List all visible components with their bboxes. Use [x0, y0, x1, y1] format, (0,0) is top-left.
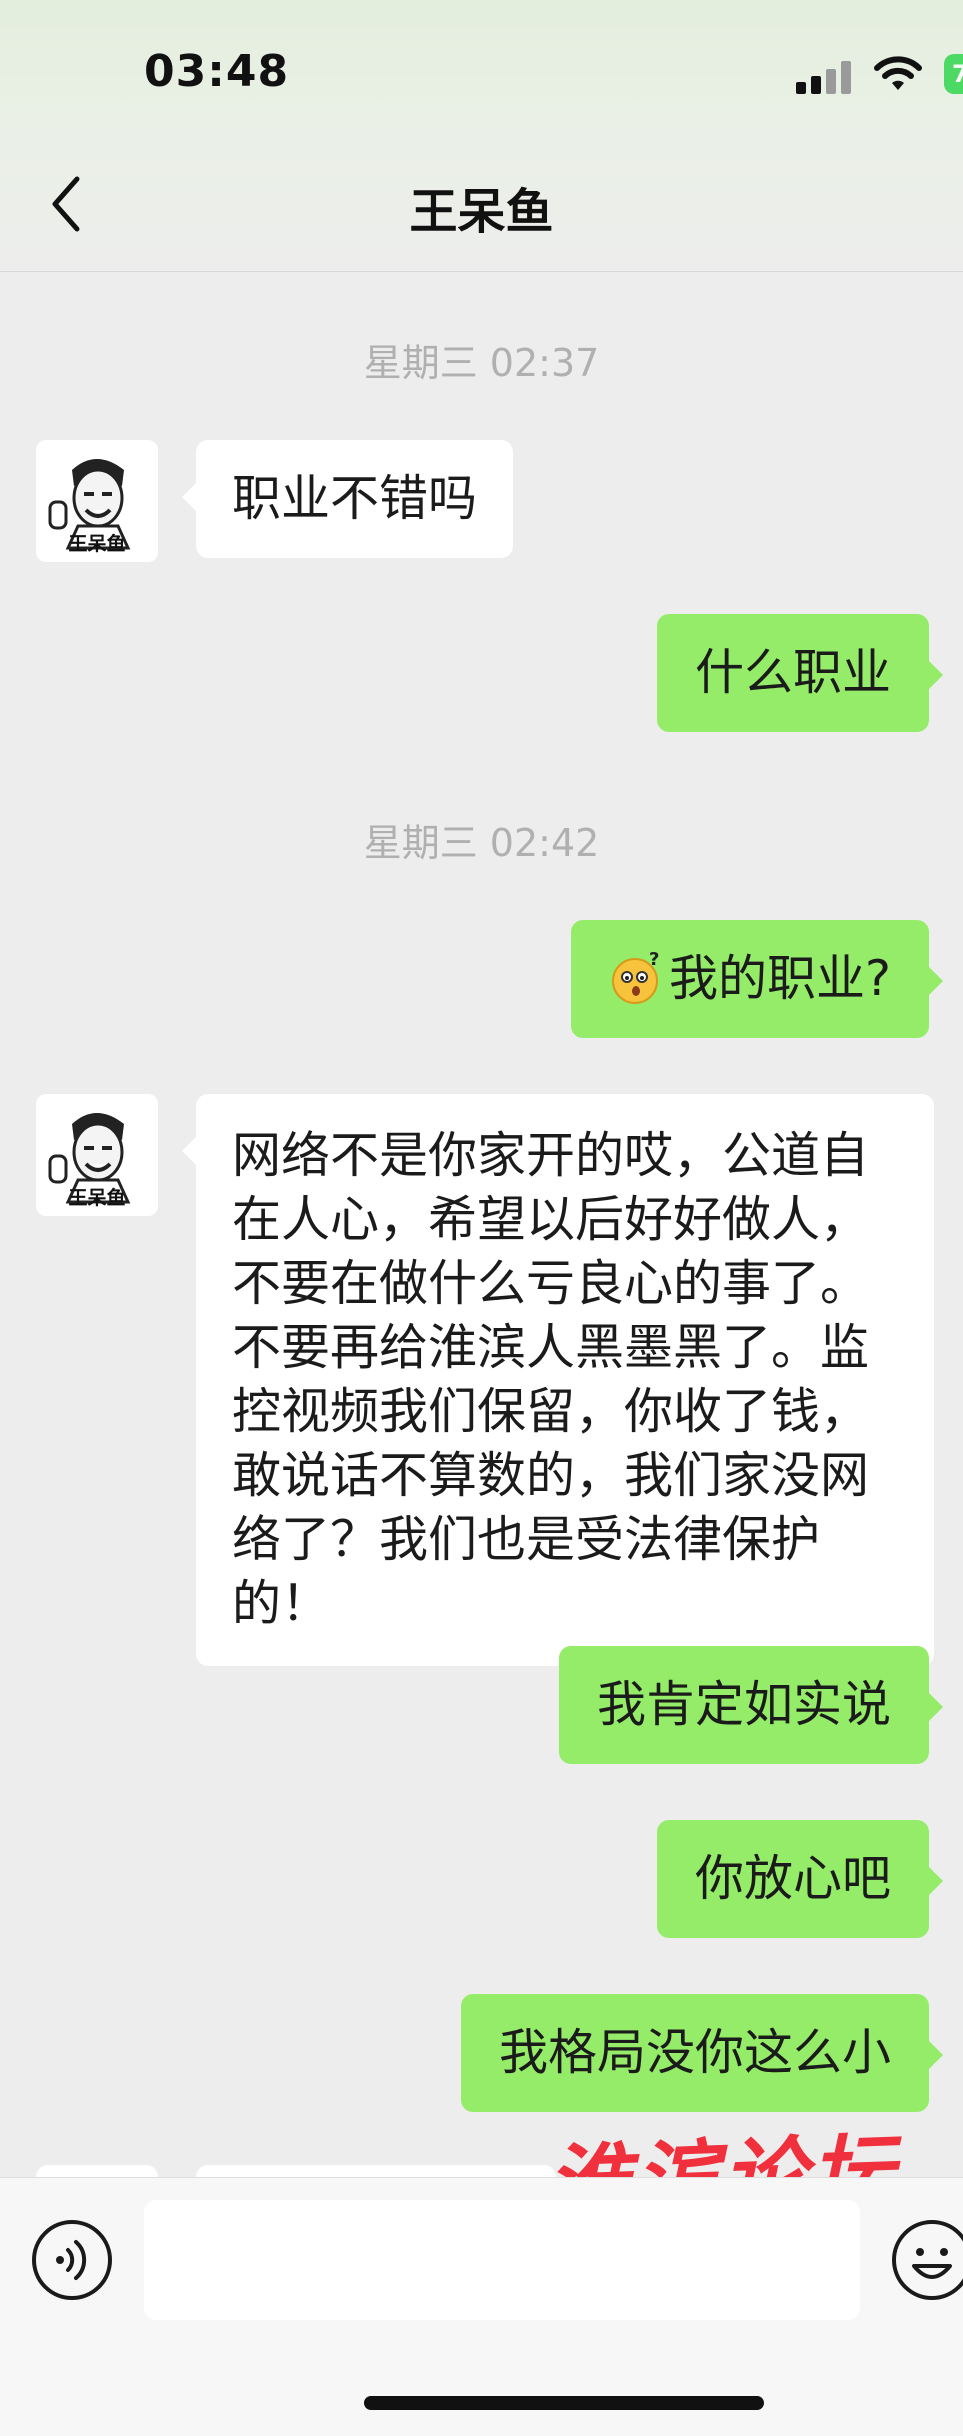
message-input[interactable]: [144, 2200, 860, 2320]
outgoing-message[interactable]: 我肯定如实说: [558, 1646, 944, 1764]
message-timestamp: 星期三 02:42: [363, 821, 600, 865]
status-time: 03:48: [144, 46, 290, 97]
outgoing-message[interactable]: 我格局没你这么小: [460, 1994, 944, 2112]
battery-icon: 7: [944, 54, 963, 94]
top-bar: 03:48 7 王呆鱼: [0, 0, 963, 272]
voice-icon[interactable]: [30, 2218, 114, 2302]
incoming-message[interactable]: 网络不是你家开的哎，公道自在人心，希望以后好好做人，不要在做什么亏良心的事了。不…: [182, 1094, 934, 1666]
contact-avatar[interactable]: 王呆鱼: [36, 440, 158, 562]
outgoing-message[interactable]: 你放心吧: [656, 1820, 944, 1938]
outgoing-message[interactable]: 什么职业: [656, 614, 944, 732]
contact-avatar[interactable]: 王呆鱼: [36, 1094, 158, 1216]
emoji-icon[interactable]: [890, 2218, 963, 2302]
svg-text:?: ?: [649, 949, 659, 970]
message-timestamp: 星期三 02:37: [363, 341, 600, 385]
home-indicator: [364, 2396, 764, 2410]
message-text: 我的职业?: [668, 950, 891, 1007]
partial-avatar: [36, 2165, 158, 2177]
partial-message: [196, 2165, 556, 2177]
avatar-label: 王呆鱼: [68, 1187, 126, 1209]
wifi-icon: [874, 56, 922, 90]
outgoing-message[interactable]: ? 我的职业?: [570, 920, 944, 1038]
page-title: 王呆鱼: [409, 184, 554, 240]
signal-icon: [796, 58, 856, 94]
chat-screen: 03:48 7 王呆鱼 星期三 02:37 王呆鱼 职业不错吗 什么职业 星期三…: [0, 0, 963, 2436]
avatar-label: 王呆鱼: [68, 533, 126, 555]
confused-face-emoji: ?: [611, 949, 659, 1004]
incoming-message[interactable]: 职业不错吗: [181, 440, 514, 558]
message-list[interactable]: 星期三 02:37 王呆鱼 职业不错吗 什么职业 星期三 02:42 ? 我的职…: [0, 272, 963, 2177]
